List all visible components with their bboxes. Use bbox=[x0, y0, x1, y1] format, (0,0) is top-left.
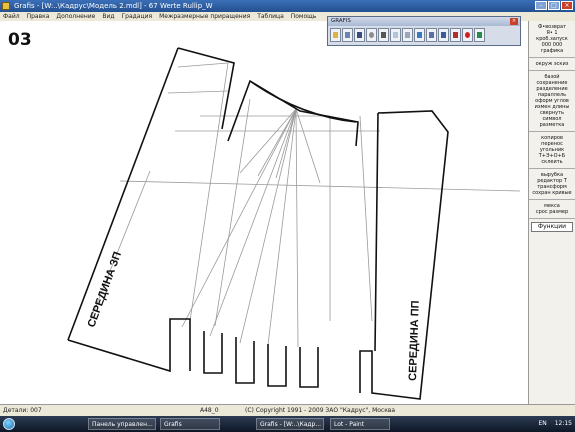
panel-group-view: окруж эскиз bbox=[529, 58, 575, 71]
grafis-tool-window: GRAFIS × bbox=[327, 16, 521, 46]
panel-group-navigation: Ф•возврат Я• 1 кроб.запуск 000 000 графи… bbox=[529, 21, 575, 58]
clock[interactable]: 12:15 bbox=[555, 420, 572, 427]
menu-addition[interactable]: Дополнение bbox=[56, 12, 95, 21]
panel-item[interactable]: срос размер bbox=[530, 209, 574, 215]
close-button[interactable]: × bbox=[561, 1, 573, 10]
back-center-label: СЕРЕДИНА ЗП bbox=[86, 250, 124, 329]
monitor-icon[interactable] bbox=[474, 28, 485, 42]
open-icon[interactable] bbox=[330, 28, 341, 42]
transform-icon[interactable] bbox=[426, 28, 437, 42]
arrow-icon[interactable] bbox=[414, 28, 425, 42]
language-indicator[interactable]: EN bbox=[539, 420, 547, 427]
tool-palette bbox=[328, 26, 520, 44]
panel-item[interactable]: склеить bbox=[530, 159, 574, 165]
grid-icon[interactable] bbox=[390, 28, 401, 42]
panel-item[interactable]: сохран кривые bbox=[530, 190, 574, 196]
window-title-bar: Grafis - [W:..\Кадрус\Модель 2.mdl] - 67… bbox=[0, 0, 575, 12]
menu-table[interactable]: Таблица bbox=[257, 12, 284, 21]
panel-item[interactable]: графика bbox=[530, 48, 574, 54]
taskbar-item[interactable]: Grafis - [W:..\Кадр... bbox=[256, 418, 324, 430]
minimize-button[interactable]: – bbox=[535, 1, 547, 10]
drawing-canvas[interactable]: 03 СЕРЕДИНА ЗП СЕРЕДИНА ПП bbox=[0, 21, 528, 404]
print-icon[interactable] bbox=[378, 28, 389, 42]
window-title: Grafis - [W:..\Кадрус\Модель 2.mdl] - 67… bbox=[14, 2, 213, 10]
system-tray: EN 12:15 bbox=[539, 416, 573, 432]
menu-help[interactable]: Помощь bbox=[291, 12, 317, 21]
menu-size-increments[interactable]: Межразмерные приращения bbox=[159, 12, 250, 21]
tool-window-title: GRAFIS bbox=[331, 18, 351, 24]
panel-group-edit: вырубка редактор Т трансформ сохран крив… bbox=[529, 169, 575, 200]
tool-window-close-button[interactable]: × bbox=[510, 18, 518, 25]
layers-icon[interactable] bbox=[438, 28, 449, 42]
app-icon bbox=[2, 2, 10, 10]
panel-item[interactable]: окруж эскиз bbox=[530, 61, 574, 67]
maximize-button[interactable]: □ bbox=[548, 1, 560, 10]
front-center-label: СЕРЕДИНА ПП bbox=[407, 300, 422, 381]
menu-edit[interactable]: Правка bbox=[27, 12, 50, 21]
panel-group-construct: базой сохранение разделение параллель оф… bbox=[529, 71, 575, 132]
save-icon[interactable] bbox=[354, 28, 365, 42]
functions-button[interactable]: Функции bbox=[531, 222, 573, 232]
pattern-drawing: СЕРЕДИНА ЗП СЕРЕДИНА ПП bbox=[67, 47, 521, 400]
menu-grading[interactable]: Градация bbox=[122, 12, 153, 21]
pattern-outlines bbox=[67, 47, 449, 400]
menu-file[interactable]: Файл bbox=[3, 12, 20, 21]
zoom-icon[interactable] bbox=[366, 28, 377, 42]
function-panel: Ф•возврат Я• 1 кроб.запуск 000 000 графи… bbox=[528, 21, 575, 404]
taskbar-item[interactable]: Панель управлен... bbox=[88, 418, 156, 430]
table-icon[interactable] bbox=[402, 28, 413, 42]
panel-item[interactable]: разметка bbox=[530, 122, 574, 128]
start-button[interactable] bbox=[3, 418, 15, 430]
thin-construction-lines bbox=[89, 62, 521, 348]
figure-badge: 03 bbox=[8, 30, 32, 50]
chart-icon[interactable] bbox=[450, 28, 461, 42]
edit-icon[interactable] bbox=[342, 28, 353, 42]
panel-group-copy: копиров перенос угольник Т+Э+О+Б склеить bbox=[529, 132, 575, 169]
panel-group-size: мекса срос размер bbox=[529, 200, 575, 219]
taskbar-item[interactable]: Grafis bbox=[160, 418, 220, 430]
tool-window-title-bar[interactable]: GRAFIS × bbox=[328, 17, 520, 26]
window-controls: – □ × bbox=[535, 1, 573, 10]
menu-view[interactable]: Вид bbox=[102, 12, 114, 21]
taskbar: Панель управлен... Grafis Grafis - [W:..… bbox=[0, 416, 575, 432]
stop-icon[interactable] bbox=[462, 28, 473, 42]
taskbar-item[interactable]: Lot - Paint bbox=[330, 418, 390, 430]
